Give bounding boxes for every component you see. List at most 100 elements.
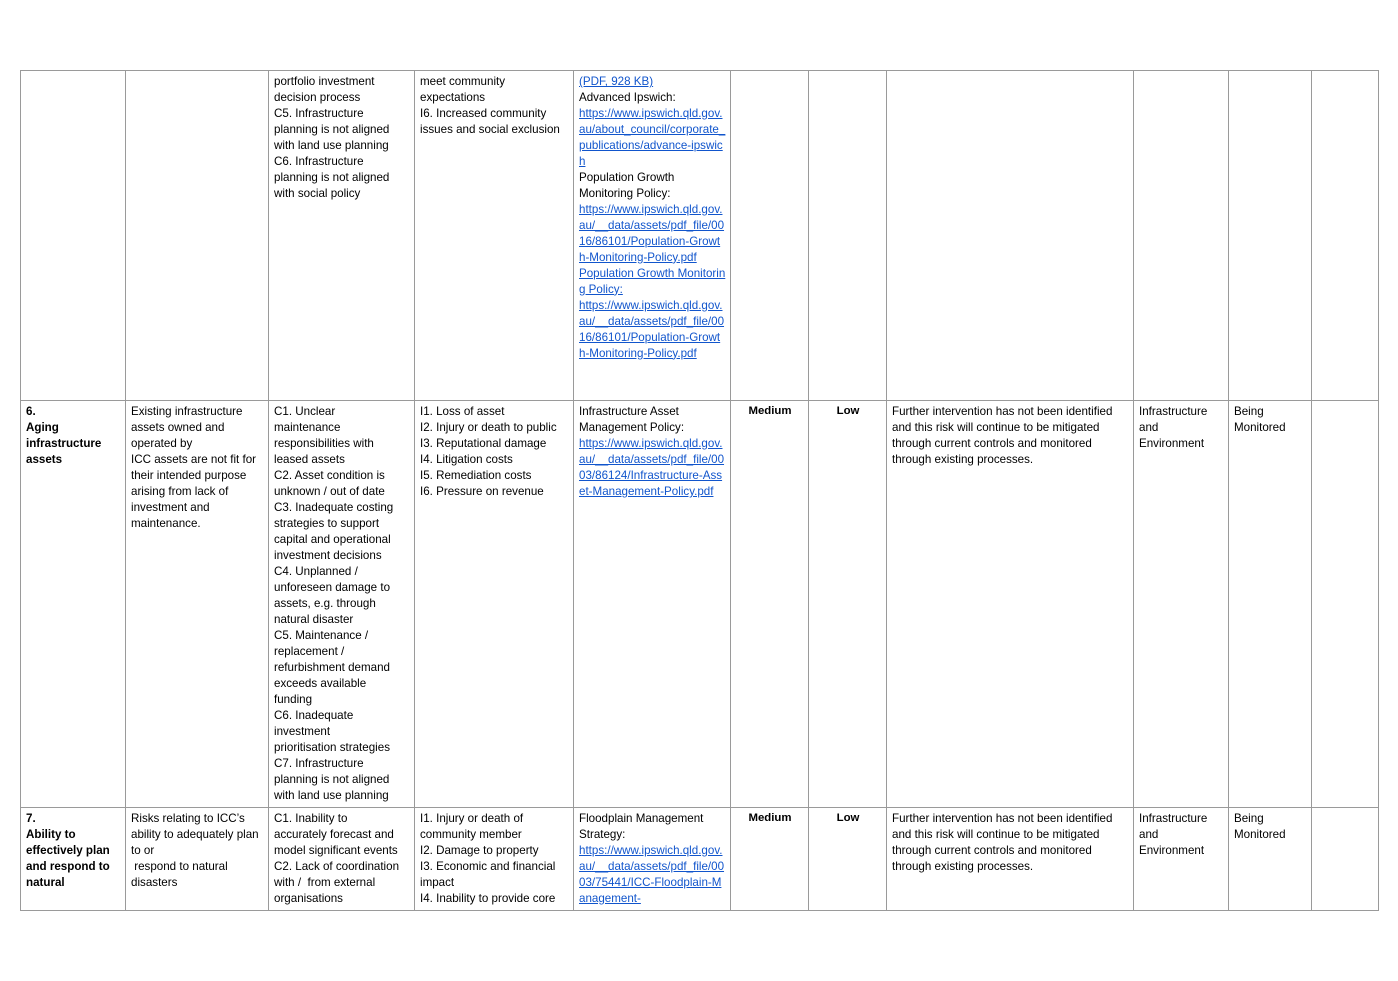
- risk-status-cell: [1228, 70, 1312, 401]
- control-document-link[interactable]: https://www.ipswich.qld.gov.au/about_cou…: [579, 106, 726, 170]
- risk-controls-cell: (PDF, 928 KB) Advanced Ipswich: https://…: [573, 70, 731, 401]
- risk-id-cell: [20, 70, 126, 401]
- risk-controls-cell: Infrastructure Asset Management Policy: …: [573, 400, 731, 808]
- cause-line: refurbishment demand: [274, 660, 390, 674]
- residual-risk-rating-badge: Low: [808, 400, 887, 808]
- cause-line: C6. Infrastructure: [274, 154, 364, 168]
- inherent-risk-rating-badge: Medium: [730, 806, 809, 911]
- cause-line: prioritisation strategies: [274, 740, 390, 754]
- risk-status-cell: Being Monitored: [1228, 400, 1312, 808]
- impact-line: I2. Damage to property: [420, 843, 539, 857]
- impact-line: I6. Pressure on revenue: [420, 484, 544, 498]
- cause-line: exceeds available: [274, 676, 367, 690]
- impact-line: meet community: [420, 75, 506, 88]
- risk-id-cell: 7. Ability to effectively plan and respo…: [20, 806, 126, 911]
- cause-line: model significant events: [274, 843, 398, 857]
- control-document-label: Infrastructure Asset Management Policy:: [579, 405, 685, 434]
- cause-line: capital and operational: [274, 532, 391, 546]
- risk-impacts-cell: I1. Loss of asset I2. Injury or death to…: [414, 400, 574, 808]
- impact-line: I3. Economic and financial: [420, 859, 556, 873]
- cause-line: accurately forecast and: [274, 827, 394, 841]
- cause-line: C5. Infrastructure: [274, 106, 364, 120]
- impact-line: community member: [420, 827, 522, 841]
- impact-line: expectations: [420, 90, 486, 104]
- cause-line: C1. Inability to: [274, 811, 348, 825]
- cause-line: with social policy: [274, 186, 361, 200]
- cause-line: planning is not aligned: [274, 772, 390, 786]
- risk-controls-cell: Floodplain Management Strategy: https://…: [573, 806, 731, 911]
- impact-line: I5. Remediation costs: [420, 468, 532, 482]
- cause-line: assets, e.g. through: [274, 596, 376, 610]
- cause-line: investment: [274, 724, 331, 738]
- impact-line: I4. Inability to provide core: [420, 891, 556, 905]
- cause-line: replacement /: [274, 644, 345, 658]
- cause-line: C4. Unplanned /: [274, 564, 358, 578]
- risk-impacts-cell: I1. Injury or death of community member …: [414, 806, 574, 911]
- impact-line: I1. Loss of asset: [420, 405, 505, 418]
- inherent-risk-rating-badge: [730, 70, 809, 401]
- risk-description-cell: [125, 70, 269, 401]
- cause-line: portfolio investment: [274, 75, 375, 88]
- control-document-link[interactable]: https://www.ipswich.qld.gov.au/__data/as…: [579, 843, 726, 907]
- risk-treatment-cell: Further intervention has not been identi…: [886, 400, 1134, 808]
- risk-causes-cell: C1. Unclear maintenance responsibilities…: [268, 400, 415, 808]
- control-document-link[interactable]: https://www.ipswich.qld.gov.au/__data/as…: [579, 436, 726, 500]
- residual-risk-rating-badge: [808, 70, 887, 401]
- inherent-risk-rating-badge: Medium: [730, 400, 809, 808]
- impact-line: I1. Injury or death of: [420, 811, 524, 825]
- cause-line: unforeseen damage to: [274, 580, 391, 594]
- cause-line: leased assets: [274, 452, 345, 466]
- risk-owner-cell: [1133, 70, 1229, 401]
- control-document-label: Floodplain Management Strategy:: [579, 811, 704, 841]
- cause-line: planning is not aligned: [274, 122, 390, 136]
- control-document-link[interactable]: Population Growth Monitoring Policy:: [579, 266, 726, 298]
- cause-line: organisations: [274, 891, 343, 905]
- table-row: 6. Aging infrastructure assets Existing …: [20, 400, 1379, 808]
- risk-treatment-cell: [886, 70, 1134, 401]
- cause-line: unknown / out of date: [274, 484, 385, 498]
- risk-description-cell: Risks relating to ICC’s ability to adequ…: [125, 806, 269, 911]
- control-document-label: Advanced Ipswich:: [579, 90, 676, 104]
- cause-line: planning is not aligned: [274, 170, 390, 184]
- cause-line: with land use planning: [274, 138, 389, 152]
- risk-register-table: portfolio investment decision process C5…: [20, 70, 1379, 911]
- risk-extra-cell: [1311, 806, 1379, 911]
- risk-description-cell: Existing infrastructure assets owned and…: [125, 400, 269, 808]
- residual-risk-rating-badge: Low: [808, 806, 887, 911]
- impact-line: I4. Litigation costs: [420, 452, 513, 466]
- risk-owner-cell: Infrastructure and Environment: [1133, 400, 1229, 808]
- impact-line: I2. Injury or death to public: [420, 420, 557, 434]
- cause-line: C3. Inadequate costing: [274, 500, 394, 514]
- cause-line: C7. Infrastructure: [274, 756, 364, 770]
- cause-line: maintenance: [274, 420, 341, 434]
- cause-line: C1. Unclear: [274, 405, 336, 418]
- impact-line: I3. Reputational damage: [420, 436, 547, 450]
- control-document-link[interactable]: https://www.ipswich.qld.gov.au/__data/as…: [579, 298, 726, 362]
- risk-id-cell: 6. Aging infrastructure assets: [20, 400, 126, 808]
- risk-status-cell: Being Monitored: [1228, 806, 1312, 911]
- cause-line: C5. Maintenance /: [274, 628, 369, 642]
- risk-treatment-cell: Further intervention has not been identi…: [886, 806, 1134, 911]
- impact-line: I6. Increased community: [420, 106, 547, 120]
- risk-causes-cell: portfolio investment decision process C5…: [268, 70, 415, 401]
- impact-line: issues and social exclusion: [420, 122, 560, 136]
- control-document-link[interactable]: https://www.ipswich.qld.gov.au/__data/as…: [579, 202, 726, 266]
- cause-line: with land use planning: [274, 788, 389, 802]
- cause-line: natural disaster: [274, 612, 354, 626]
- cause-line: responsibilities with: [274, 436, 374, 450]
- cause-line: investment decisions: [274, 548, 382, 562]
- cause-line: with / from external: [274, 875, 376, 889]
- cause-line: C6. Inadequate: [274, 708, 354, 722]
- cause-line: funding: [274, 692, 313, 706]
- impact-line: impact: [420, 875, 455, 889]
- control-document-link[interactable]: (PDF, 928 KB): [579, 74, 726, 90]
- risk-impacts-cell: meet community expectations I6. Increase…: [414, 70, 574, 401]
- document-page: portfolio investment decision process C5…: [0, 0, 1398, 981]
- table-row: portfolio investment decision process C5…: [20, 70, 1379, 401]
- risk-extra-cell: [1311, 400, 1379, 808]
- cause-line: C2. Lack of coordination: [274, 859, 400, 873]
- risk-extra-cell: [1311, 70, 1379, 401]
- table-row: 7. Ability to effectively plan and respo…: [20, 806, 1379, 911]
- cause-line: C2. Asset condition is: [274, 468, 385, 482]
- risk-causes-cell: C1. Inability to accurately forecast and…: [268, 806, 415, 911]
